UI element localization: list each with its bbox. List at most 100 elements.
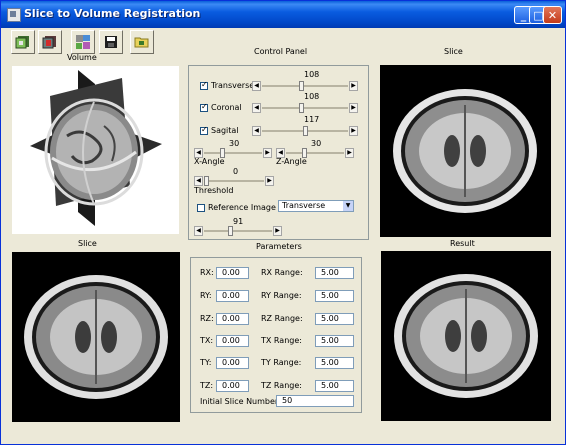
transverse-slider[interactable]: ◀ ▶ xyxy=(252,81,358,91)
tz-label: TZ: xyxy=(200,381,214,390)
transverse-label: Transverse xyxy=(211,81,255,90)
reference-image-checkbox[interactable] xyxy=(197,204,205,212)
close-button[interactable]: ✕ xyxy=(543,6,562,24)
result-title: Result xyxy=(450,239,475,248)
bottom-slider-value: 91 xyxy=(233,217,244,226)
cube-open-button[interactable] xyxy=(11,30,35,54)
threshold-label: Threshold xyxy=(194,186,234,195)
coronal-slider[interactable]: ◀ ▶ xyxy=(252,103,358,113)
brain-slice-image xyxy=(393,89,537,213)
control-panel: 108 Transverse ◀ ▶ 108 Coronal ◀ ▶ 117 S… xyxy=(188,65,369,240)
save-button[interactable] xyxy=(99,30,123,54)
ry-input[interactable]: 0.00 xyxy=(216,290,249,302)
rz-range-input[interactable]: 5.00 xyxy=(315,313,354,325)
x-angle-label: X-Angle xyxy=(194,157,225,166)
slider-right-arrow-icon[interactable]: ▶ xyxy=(349,103,358,113)
rz-input[interactable]: 0.00 xyxy=(216,313,249,325)
cube-open-icon xyxy=(15,36,29,49)
slider-thumb[interactable] xyxy=(204,176,209,186)
tz-range-input[interactable]: 5.00 xyxy=(315,380,354,392)
ty-input[interactable]: 0.00 xyxy=(216,357,249,369)
sagittal-value: 117 xyxy=(304,115,320,124)
coronal-label: Coronal xyxy=(211,103,242,112)
reference-image-select[interactable]: Transverse ▼ xyxy=(278,200,354,212)
rx-range-input[interactable]: 5.00 xyxy=(315,267,354,279)
open-folder-button[interactable] xyxy=(130,30,154,54)
reference-image-label: Reference Image xyxy=(208,203,276,212)
sagittal-checkbox[interactable] xyxy=(200,125,208,135)
cube-stop-icon xyxy=(42,36,56,49)
ry-range-label: RY Range: xyxy=(261,291,302,300)
ty-range-label: TY Range: xyxy=(261,358,302,367)
threshold-value: 0 xyxy=(233,167,239,176)
sagittal-slider[interactable]: ◀ ▶ xyxy=(252,126,358,136)
cube-stop-button[interactable] xyxy=(38,30,62,54)
slider-right-arrow-icon[interactable]: ▶ xyxy=(349,126,358,136)
ry-label: RY: xyxy=(200,291,212,300)
rx-input[interactable]: 0.00 xyxy=(216,267,249,279)
slider-left-arrow-icon[interactable]: ◀ xyxy=(252,126,261,136)
ty-label: TY: xyxy=(200,358,212,367)
volume-label: Volume xyxy=(67,53,97,62)
slider-left-arrow-icon[interactable]: ◀ xyxy=(194,226,203,236)
app-icon xyxy=(7,8,21,22)
main-window: Slice to Volume Registration _ □ ✕ Volum… xyxy=(0,0,566,445)
result-view[interactable] xyxy=(381,251,551,421)
volume-view[interactable] xyxy=(12,66,179,234)
slider-thumb[interactable] xyxy=(302,126,308,136)
ry-range-input[interactable]: 5.00 xyxy=(315,290,354,302)
sagittal-label: Sagital xyxy=(211,126,239,135)
slice-top-view[interactable] xyxy=(380,65,551,237)
load-images-button[interactable] xyxy=(71,30,95,54)
volume-render-image xyxy=(30,70,162,226)
slider-right-arrow-icon[interactable]: ▶ xyxy=(273,226,282,236)
coronal-checkbox[interactable] xyxy=(200,102,208,112)
slice-bottom-view[interactable] xyxy=(12,252,180,422)
brain-result-image xyxy=(394,274,538,398)
rz-label: RZ: xyxy=(200,314,214,323)
tx-label: TX: xyxy=(200,336,214,345)
x-angle-value: 30 xyxy=(229,139,240,148)
folder-icon xyxy=(134,37,149,48)
ty-range-input[interactable]: 5.00 xyxy=(315,357,354,369)
coronal-value: 108 xyxy=(304,92,320,101)
transverse-checkbox[interactable] xyxy=(200,80,208,90)
rx-range-label: RX Range: xyxy=(261,268,303,277)
reference-image-select-value: Transverse xyxy=(282,201,326,210)
slider-left-arrow-icon[interactable]: ◀ xyxy=(252,81,261,91)
tx-input[interactable]: 0.00 xyxy=(216,335,249,347)
tz-range-label: TZ Range: xyxy=(261,381,302,390)
slider-right-arrow-icon[interactable]: ▶ xyxy=(263,148,272,158)
tx-range-input[interactable]: 5.00 xyxy=(315,335,354,347)
tx-range-label: TX Range: xyxy=(261,336,302,345)
window-title: Slice to Volume Registration xyxy=(24,7,201,20)
slider-left-arrow-icon[interactable]: ◀ xyxy=(252,103,261,113)
initial-slice-label: Initial Slice Number: xyxy=(200,397,281,406)
transverse-value: 108 xyxy=(304,70,320,79)
slider-thumb[interactable] xyxy=(299,81,305,91)
slider-right-arrow-icon[interactable]: ▶ xyxy=(349,81,358,91)
control-panel-title: Control Panel xyxy=(254,47,308,56)
threshold-slider[interactable]: ◀ ▶ xyxy=(194,176,274,186)
tz-input[interactable]: 0.00 xyxy=(216,380,249,392)
title-bar[interactable]: Slice to Volume Registration _ □ ✕ xyxy=(1,1,565,28)
slider-thumb[interactable] xyxy=(299,103,305,113)
slider-left-arrow-icon[interactable]: ◀ xyxy=(194,176,203,186)
load-images-icon xyxy=(76,35,90,49)
slice-bottom-title: Slice xyxy=(78,239,97,248)
rx-label: RX: xyxy=(200,268,214,277)
initial-slice-input[interactable]: 50 xyxy=(276,395,354,407)
parameters-title: Parameters xyxy=(256,242,302,251)
slider-thumb[interactable] xyxy=(227,226,233,236)
parameters-panel: RX: 0.00 RX Range: 5.00 RY: 0.00 RY Rang… xyxy=(190,257,362,413)
save-icon xyxy=(105,36,117,48)
chevron-down-icon[interactable]: ▼ xyxy=(343,201,353,211)
slice-top-title: Slice xyxy=(444,47,463,56)
slider-right-arrow-icon[interactable]: ▶ xyxy=(345,148,354,158)
rz-range-label: RZ Range: xyxy=(261,314,303,323)
slider-right-arrow-icon[interactable]: ▶ xyxy=(265,176,274,186)
z-angle-label: Z-Angle xyxy=(276,157,307,166)
z-angle-value: 30 xyxy=(311,139,322,148)
brain-slice-image xyxy=(24,275,168,399)
bottom-slider[interactable]: ◀ ▶ xyxy=(194,226,282,236)
